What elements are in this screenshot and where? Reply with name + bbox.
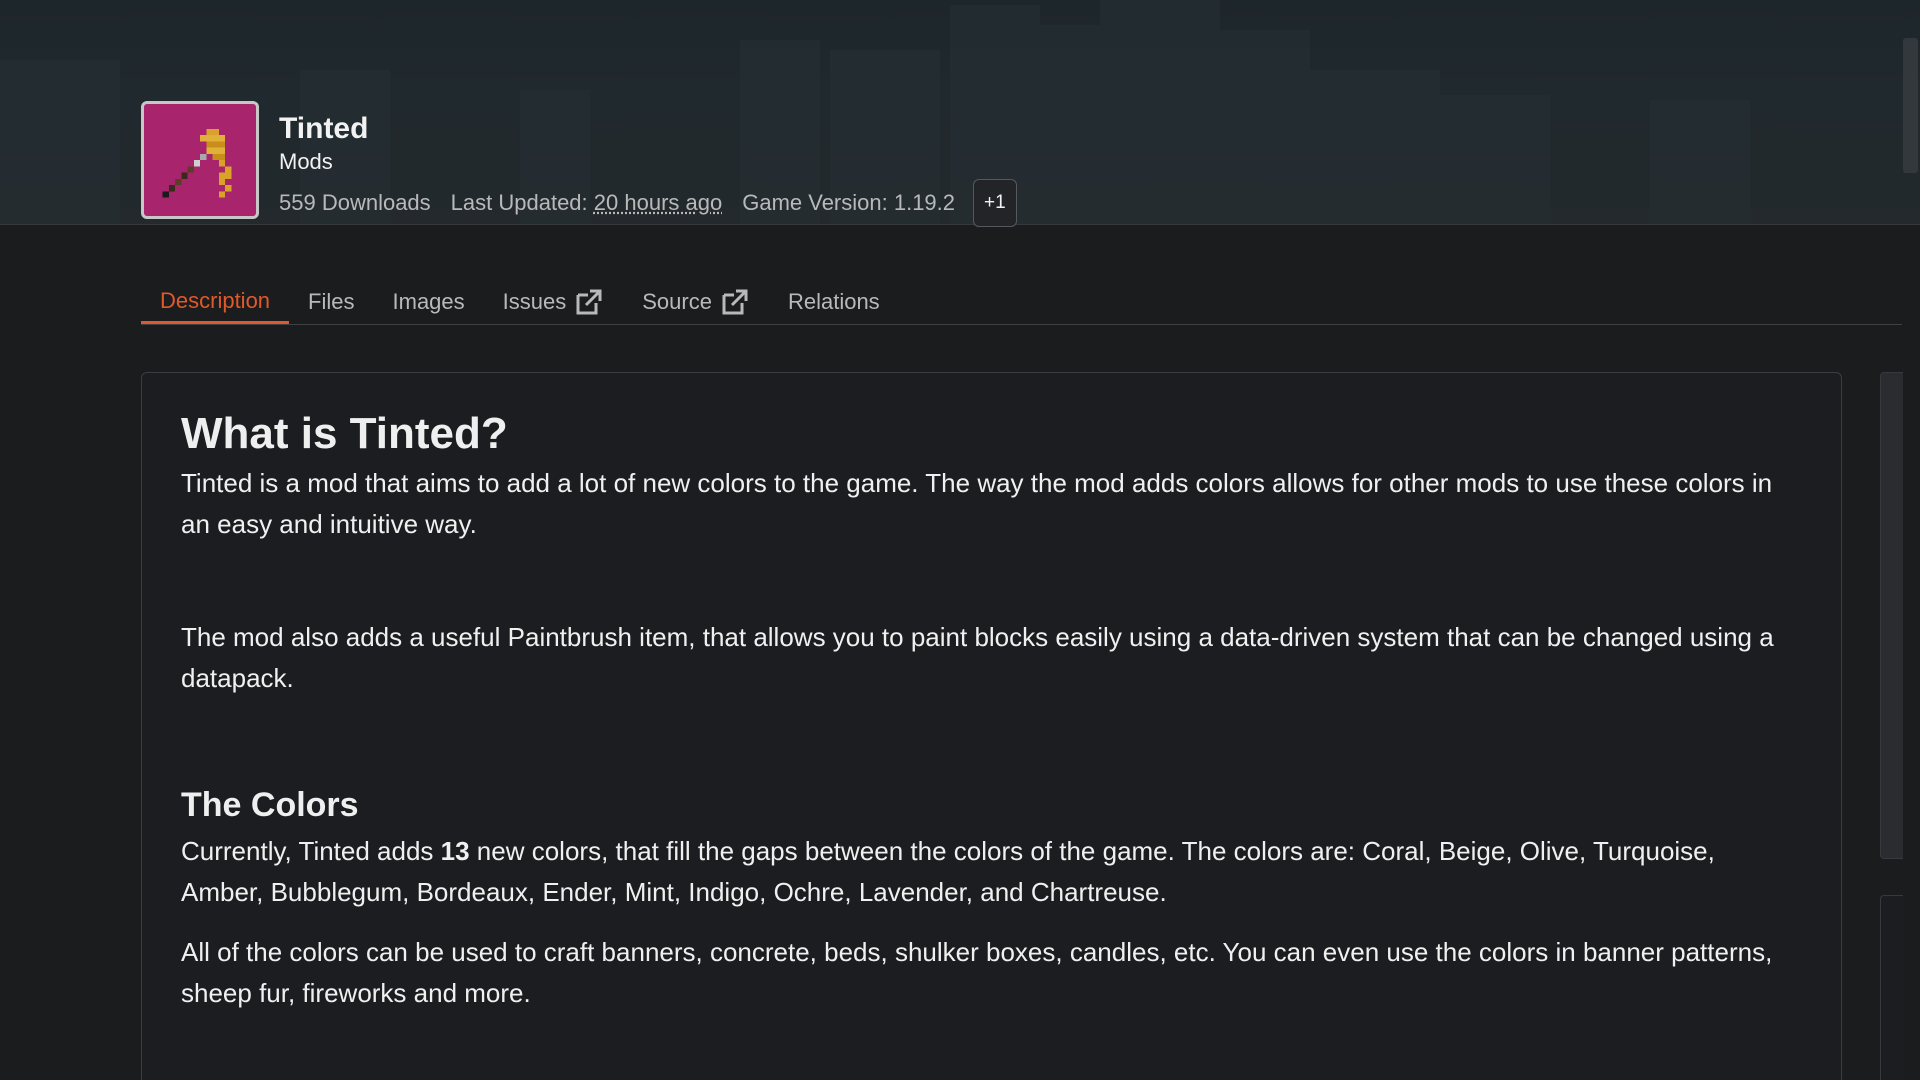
project-header: Tinted Mods 559 Downloads Last Updated: … [141, 101, 1017, 227]
colors-count: 13 [440, 836, 470, 866]
tab-images[interactable]: Images [374, 280, 484, 324]
description-heading: What is Tinted? [181, 409, 508, 458]
page: Tinted Mods 559 Downloads Last Updated: … [0, 0, 1920, 1080]
tab-files[interactable]: Files [289, 280, 373, 324]
tab-description-label: Description [160, 287, 271, 313]
tab-issues[interactable]: Issues [484, 280, 624, 324]
project-category[interactable]: Mods [279, 148, 1017, 176]
more-versions-badge[interactable]: +1 [973, 179, 1017, 227]
external-link-icon [722, 289, 748, 315]
last-updated-label: Last Updated: [450, 189, 588, 215]
project-avatar[interactable] [141, 101, 259, 219]
last-updated: Last Updated: 20 hours ago [451, 186, 723, 220]
description-paragraph: Tinted is a mod that aims to add a lot o… [181, 468, 1773, 539]
tab-images-label: Images [392, 289, 465, 314]
sidebar-panel[interactable] [1880, 372, 1903, 859]
tab-relations-label: Relations [787, 289, 880, 314]
tab-source[interactable]: Source [623, 280, 769, 324]
tab-relations[interactable]: Relations [769, 280, 899, 324]
colors-paragraph: Currently, Tinted adds 13 new colors, th… [181, 831, 1802, 913]
tab-files-label: Files [308, 289, 355, 314]
sidebar-panel-secondary[interactable] [1880, 895, 1903, 1080]
description-paragraph: All of the colors can be used to craft b… [181, 937, 1773, 1008]
project-meta: Tinted Mods 559 Downloads Last Updated: … [279, 111, 1017, 227]
description-paragraph: The mod also adds a useful Paintbrush it… [181, 622, 1774, 693]
description-card: What is Tinted? Tinted is a mod that aim… [141, 372, 1842, 1080]
page-scrollbar-thumb[interactable] [1903, 38, 1918, 173]
project-title: Tinted [279, 112, 369, 145]
project-stats: 559 Downloads Last Updated: 20 hours ago… [279, 178, 1017, 227]
project-tabs: Description Files Images Issues Source R… [141, 280, 1902, 325]
paintbrush-icon [150, 110, 250, 210]
last-updated-value: 20 hours ago [593, 189, 723, 215]
tab-source-label: Source [642, 289, 712, 314]
colors-heading: The Colors [181, 786, 359, 824]
external-link-icon [576, 289, 602, 315]
colors-text-start: Currently, Tinted adds [181, 836, 441, 866]
game-version: Game Version: 1.19.2 [742, 189, 956, 215]
tab-description[interactable]: Description [141, 280, 290, 324]
tab-issues-label: Issues [502, 289, 567, 314]
download-count: 559 Downloads [279, 189, 431, 215]
